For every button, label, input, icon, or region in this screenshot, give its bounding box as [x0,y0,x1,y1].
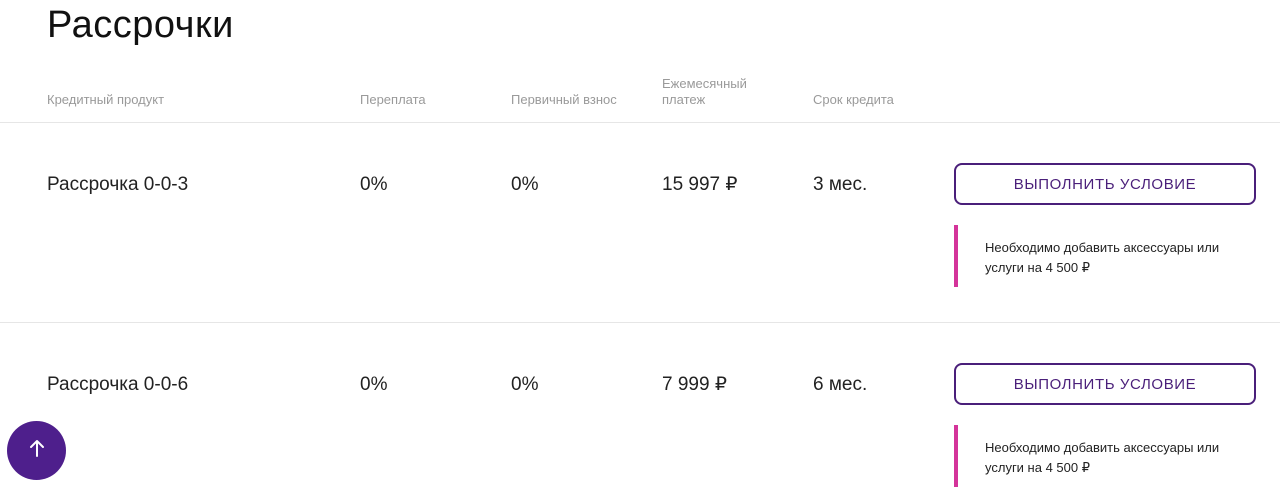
page-title: Рассрочки [47,4,234,46]
header-overpay: Переплата [360,92,426,107]
header-term: Срок кредита [813,92,894,107]
table-row: Рассрочка 0-0-6 0% 0% 7 999 ₽ 6 мес. ВЫП… [0,322,1280,503]
row-product-name: Рассрочка 0-0-3 [47,174,189,195]
row-term: 6 мес. [813,374,868,395]
row-term: 3 мес. [813,174,868,195]
header-monthly-payment: Ежемесячный платеж [662,76,747,107]
row-initial-payment: 0% [511,374,539,395]
fulfill-condition-button[interactable]: ВЫПОЛНИТЬ УСЛОВИЕ [954,163,1256,205]
row-overpay: 0% [360,174,388,195]
row-monthly-payment: 15 997 ₽ [662,174,738,195]
header-product: Кредитный продукт [47,92,165,107]
table-row: Рассрочка 0-0-3 0% 0% 15 997 ₽ 3 мес. ВЫ… [0,122,1280,322]
row-product-name: Рассрочка 0-0-6 [47,374,189,395]
arrow-up-icon [26,437,48,464]
scroll-to-top-button[interactable] [7,421,66,480]
header-initial-payment: Первичный взнос [511,92,617,107]
row-initial-payment: 0% [511,174,539,195]
fulfill-condition-button[interactable]: ВЫПОЛНИТЬ УСЛОВИЕ [954,363,1256,405]
row-overpay: 0% [360,374,388,395]
condition-note: Необходимо добавить аксессуары или услуг… [954,225,1256,287]
condition-note: Необходимо добавить аксессуары или услуг… [954,425,1256,487]
row-monthly-payment: 7 999 ₽ [662,374,727,395]
